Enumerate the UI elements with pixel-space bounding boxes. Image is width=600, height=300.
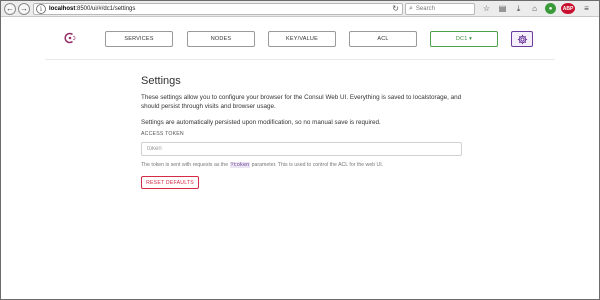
url-bar[interactable]: i localhost:8500/ui/#/dc1/settings ↻ [33, 3, 403, 15]
forward-arrow-icon: → [20, 4, 28, 13]
info-icon[interactable]: i [36, 4, 46, 14]
browser-toolbar: ← → i localhost:8500/ui/#/dc1/settings ↻… [1, 1, 599, 17]
forward-button[interactable]: → [18, 3, 30, 15]
reset-defaults-label: RESET DEFAULTS [146, 179, 194, 186]
tab-acl-label: ACL [377, 36, 389, 42]
browser-search-bar[interactable]: ⌕ Search [405, 3, 475, 15]
reading-list-icon[interactable]: ▤ [497, 3, 508, 14]
adblock-icon[interactable]: ABP [561, 3, 575, 14]
reload-icon[interactable]: ↻ [392, 4, 399, 13]
reset-defaults-button[interactable]: RESET DEFAULTS [141, 176, 199, 189]
datacenter-dropdown[interactable]: DC1 ▾ [430, 31, 498, 47]
menu-icon[interactable]: ≡ [581, 3, 592, 14]
home-icon[interactable]: ⌂ [529, 3, 540, 14]
back-arrow-icon: ← [6, 4, 14, 13]
access-token-input[interactable] [141, 142, 462, 156]
settings-button[interactable] [511, 31, 533, 47]
url-path: :8500/ui/#/dc1/settings [75, 6, 136, 12]
tab-services-label: SERVICES [124, 36, 154, 42]
green-extension-icon[interactable]: ● [545, 3, 556, 14]
tab-acl[interactable]: ACL [349, 31, 417, 47]
tab-key-value-label: KEY/VALUE [286, 36, 318, 42]
search-icon: ⌕ [409, 5, 413, 12]
url-host: localhost [49, 6, 76, 12]
consul-logo-icon[interactable] [64, 32, 76, 44]
header-divider [45, 59, 555, 60]
tab-key-value[interactable]: KEY/VALUE [268, 31, 336, 47]
settings-panel: Settings These settings allow you to con… [141, 75, 466, 189]
page-title: Settings [141, 75, 181, 87]
browser-search-placeholder: Search [415, 6, 435, 12]
tab-nodes[interactable]: NODES [187, 31, 255, 47]
bookmark-star-icon[interactable]: ☆ [481, 3, 492, 14]
url-text: localhost:8500/ui/#/dc1/settings [49, 6, 135, 12]
gear-icon [517, 34, 527, 44]
settings-description: These settings allow you to configure yo… [141, 94, 462, 110]
tab-nodes-label: NODES [210, 36, 232, 42]
token-param-code: ?token [229, 162, 251, 168]
persist-note: Settings are automatically persisted upo… [141, 119, 381, 126]
download-icon[interactable]: ⤓ [513, 3, 524, 14]
token-help-prefix: The token is sent with requests as the [141, 162, 230, 168]
datacenter-dropdown-label: DC1 ▾ [455, 36, 473, 42]
tab-services[interactable]: SERVICES [105, 31, 173, 47]
back-button[interactable]: ← [4, 3, 16, 15]
token-help-text: The token is sent with requests as the ?… [141, 162, 466, 168]
browser-window: ← → i localhost:8500/ui/#/dc1/settings ↻… [0, 0, 600, 300]
token-help-suffix: parameter. This is used to control the A… [250, 162, 384, 168]
access-token-label: ACCESS TOKEN [141, 131, 184, 137]
